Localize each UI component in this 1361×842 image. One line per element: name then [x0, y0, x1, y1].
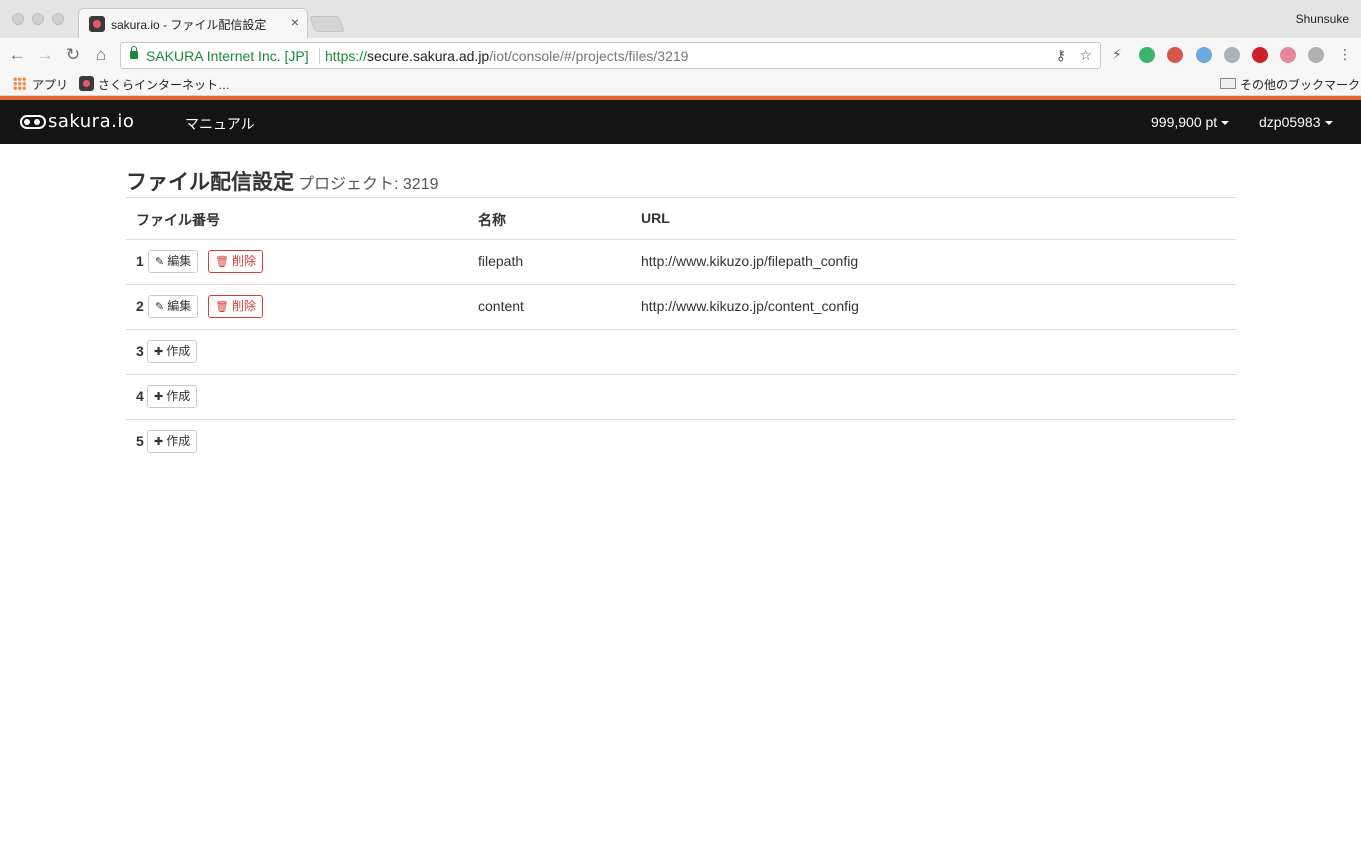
page-subtitle: プロジェクト: 3219: [298, 176, 439, 193]
edit-icon: ✎: [155, 300, 165, 313]
header-url: URL: [641, 210, 670, 226]
user-name: dzp05983: [1259, 114, 1321, 130]
pinterest-icon[interactable]: [1280, 47, 1296, 63]
extension-icon-2[interactable]: [1167, 47, 1183, 63]
file-number: 2: [136, 298, 144, 314]
user-dropdown[interactable]: dzp05983: [1259, 114, 1333, 130]
nav-manual-link[interactable]: マニュアル: [185, 114, 255, 134]
file-url: http://www.kikuzo.jp/content_config: [641, 298, 859, 314]
delete-label: 削除: [231, 299, 256, 313]
browser-tab[interactable]: sakura.io - ファイル配信設定 ×: [78, 8, 308, 38]
lightning-extension-icon[interactable]: ⚡: [1112, 46, 1122, 63]
create-button[interactable]: ✚ 作成: [147, 340, 198, 363]
extension-icon-4[interactable]: [1224, 47, 1240, 63]
address-divider: [319, 48, 320, 64]
header-file-number: ファイル番号: [136, 212, 220, 228]
logo-text: sakura.io: [48, 111, 135, 132]
file-name: content: [478, 298, 524, 314]
minimize-window-button[interactable]: [32, 13, 44, 25]
caret-down-icon: [1324, 121, 1333, 126]
sakura-favicon-icon: [89, 16, 105, 32]
zoom-window-button[interactable]: [52, 13, 64, 25]
bookmark-star-icon[interactable]: ☆: [1079, 47, 1092, 64]
url-text[interactable]: https://secure.sakura.ad.jp/iot/console/…: [325, 48, 688, 64]
delete-button[interactable]: 🗑 削除: [208, 250, 263, 273]
delete-label: 削除: [231, 254, 256, 268]
lock-icon: [130, 46, 138, 59]
edit-label: 編集: [167, 299, 192, 313]
table-row: 5 ✚ 作成: [126, 420, 1236, 465]
chrome-menu-icon[interactable]: ⋮: [1338, 46, 1352, 63]
edit-button[interactable]: ✎ 編集: [148, 295, 199, 318]
sakura-favicon-icon: [79, 76, 94, 91]
header-name: 名称: [478, 212, 506, 228]
edit-icon: ✎: [155, 255, 165, 268]
profile-name[interactable]: Shunsuke: [1296, 12, 1349, 26]
table-row: 4 ✚ 作成: [126, 375, 1236, 420]
table-row: 1 ✎ 編集 🗑 削除 filepath http://www.kikuzo.jp/…: [126, 240, 1236, 285]
tab-title: sakura.io - ファイル配信設定: [111, 18, 267, 32]
browser-toolbar: ← → ↻ ⌂ SAKURA Internet Inc. [JP] https:…: [0, 38, 1361, 72]
file-url: http://www.kikuzo.jp/filepath_config: [641, 253, 859, 269]
file-name: filepath: [478, 253, 524, 269]
close-window-button[interactable]: [12, 13, 24, 25]
edit-label: 編集: [167, 254, 192, 268]
sakura-logo-mark-icon: [20, 115, 46, 129]
bookmarks-bar: アプリ さくらインターネット… その他のブックマーク: [0, 72, 1361, 96]
points-dropdown[interactable]: 999,900 pt: [1151, 114, 1230, 130]
create-label: 作成: [166, 434, 191, 448]
file-number: 4: [136, 388, 144, 404]
trash-icon: 🗑: [215, 300, 229, 313]
trash-icon: 🗑: [215, 255, 229, 268]
key-icon[interactable]: ⚷: [1056, 47, 1066, 64]
page-heading: ファイル配信設定: [126, 171, 294, 194]
url-path: /iot/console/#/projects/files/3219: [489, 48, 689, 64]
browser-tab-bar: sakura.io - ファイル配信設定 × Shunsuke: [0, 0, 1361, 38]
new-tab-button[interactable]: [309, 16, 345, 32]
bookmark-sakura[interactable]: さくらインターネット…: [98, 76, 230, 93]
caret-down-icon: [1221, 121, 1230, 126]
create-button[interactable]: ✚ 作成: [147, 385, 198, 408]
table-header-row: ファイル番号 名称 URL: [126, 198, 1236, 240]
create-label: 作成: [166, 344, 191, 358]
url-protocol: https://: [325, 48, 368, 64]
home-icon[interactable]: ⌂: [90, 44, 112, 66]
plus-icon: ✚: [154, 390, 164, 403]
reload-icon[interactable]: ↻: [62, 44, 84, 66]
extension-icon-1[interactable]: [1139, 47, 1155, 63]
folder-icon: [1220, 78, 1236, 89]
back-arrow-icon[interactable]: ←: [6, 44, 28, 66]
edit-button[interactable]: ✎ 編集: [148, 250, 199, 273]
bookmark-apps[interactable]: アプリ: [32, 76, 68, 93]
forward-arrow-icon[interactable]: →: [34, 44, 56, 66]
extension-icon-5[interactable]: [1252, 47, 1268, 63]
ev-certificate-label[interactable]: SAKURA Internet Inc. [JP]: [146, 48, 309, 64]
apps-grid-icon[interactable]: [13, 77, 26, 90]
file-number: 5: [136, 433, 144, 449]
delete-button[interactable]: 🗑 削除: [208, 295, 263, 318]
create-button[interactable]: ✚ 作成: [147, 430, 198, 453]
file-number: 1: [136, 253, 144, 269]
app-navbar: sakura.io マニュアル 999,900 pt dzp05983: [0, 100, 1361, 144]
close-tab-icon[interactable]: ×: [291, 14, 299, 30]
file-number: 3: [136, 343, 144, 359]
url-host: secure.sakura.ad.jp: [367, 48, 490, 64]
points-value: 999,900 pt: [1151, 114, 1218, 130]
files-table: ファイル番号 名称 URL 1 ✎ 編集 🗑 削除 filepath http://…: [126, 197, 1236, 465]
create-label: 作成: [166, 389, 191, 403]
table-row: 3 ✚ 作成: [126, 330, 1236, 375]
table-row: 2 ✎ 編集 🗑 削除 content http://www.kikuzo.jp/c…: [126, 285, 1236, 330]
bookmark-other[interactable]: その他のブックマーク: [1240, 76, 1360, 93]
address-bar[interactable]: SAKURA Internet Inc. [JP] https://secure…: [120, 42, 1101, 69]
plus-icon: ✚: [154, 435, 164, 448]
plus-icon: ✚: [154, 345, 164, 358]
adblock-icon[interactable]: [1196, 47, 1212, 63]
extension-icon-8[interactable]: [1308, 47, 1324, 63]
page-title: ファイル配信設定 プロジェクト: 3219: [126, 166, 439, 196]
